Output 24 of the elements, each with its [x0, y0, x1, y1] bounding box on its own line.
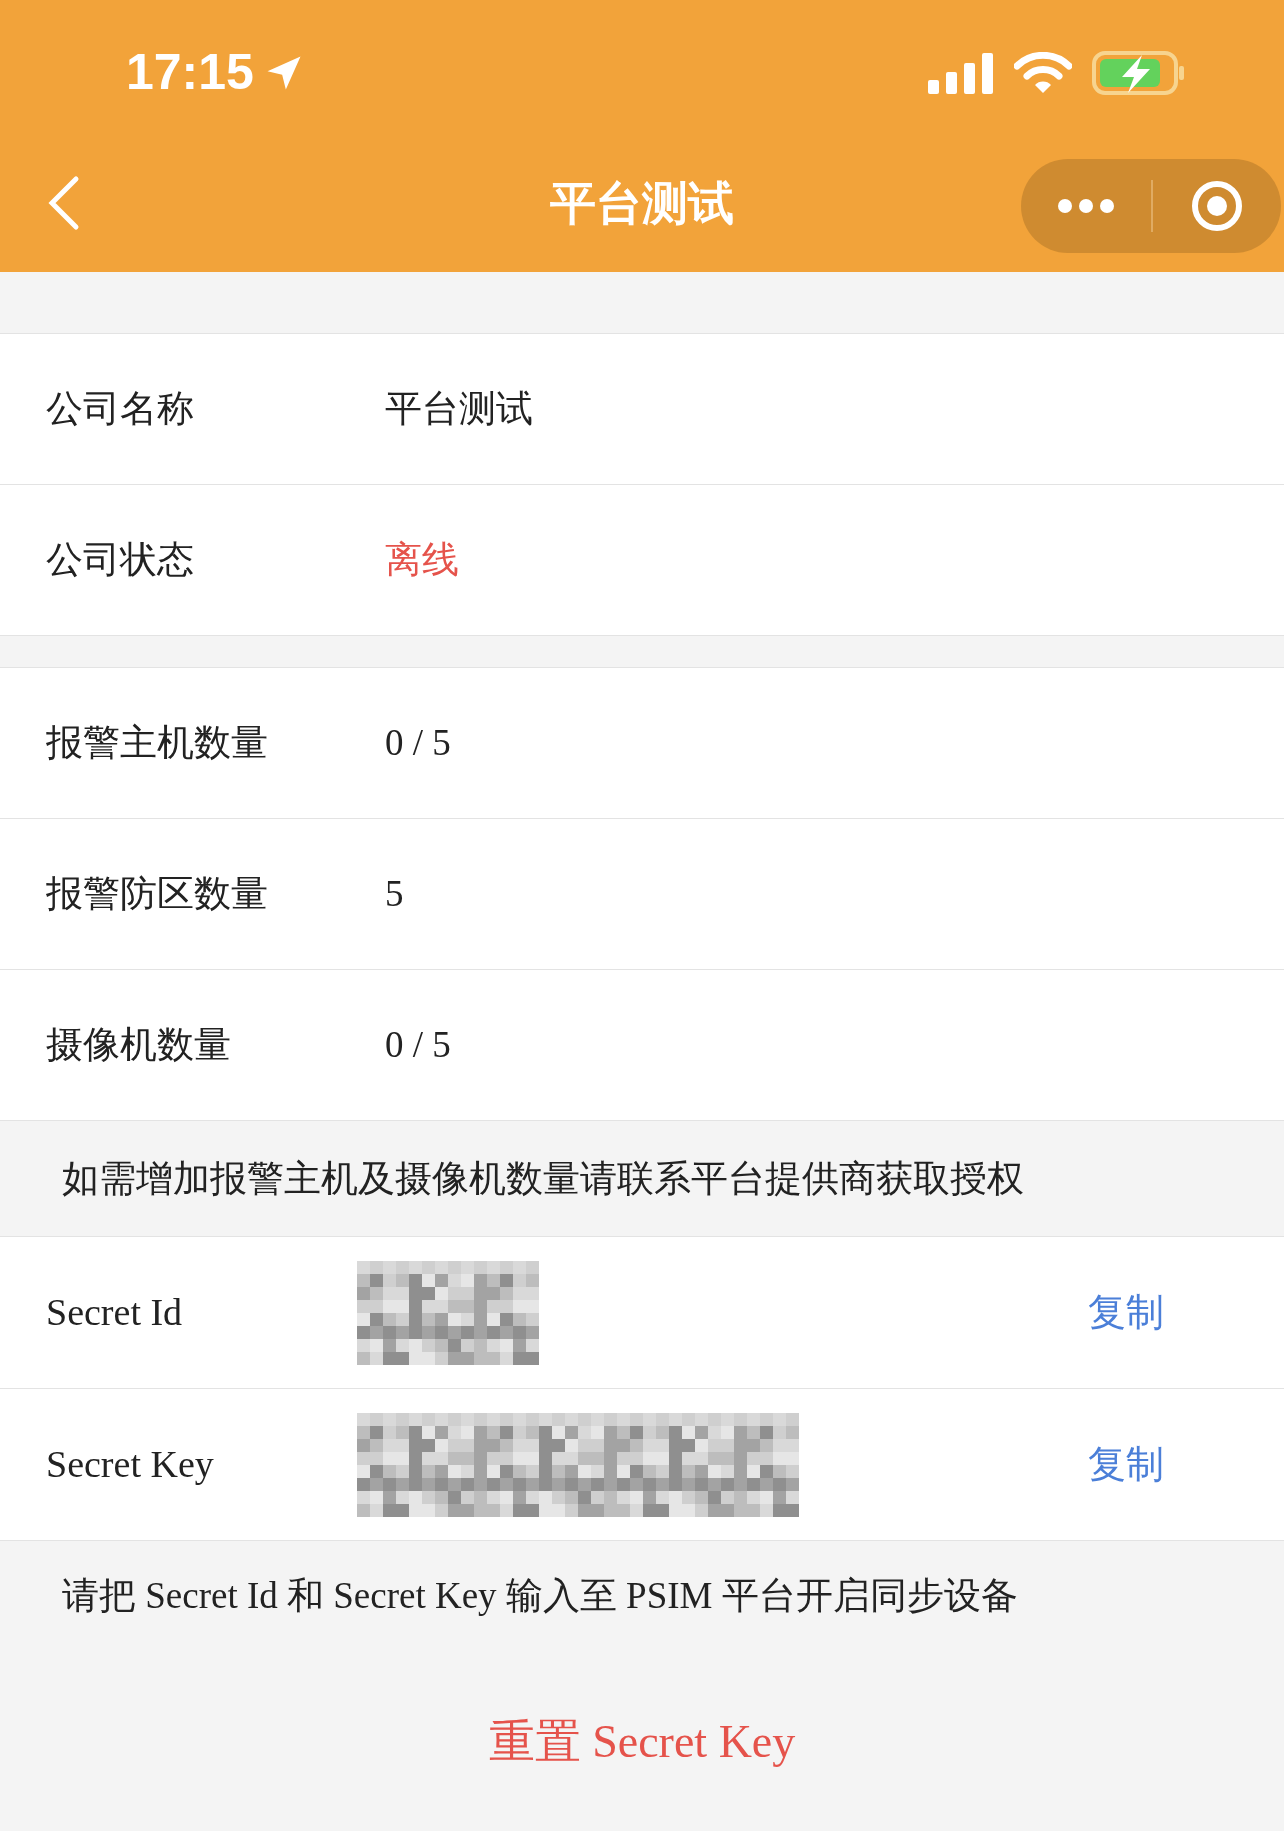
- reset-secret-key-button[interactable]: 重置 Secret Key: [464, 1691, 820, 1792]
- clock-time: 17:15: [126, 43, 254, 102]
- more-icon: [1057, 198, 1115, 214]
- row-value: 5: [385, 872, 404, 917]
- sync-notice: 请把 Secret Id 和 Secret Key 输入至 PSIM 平台开启同步设备: [62, 1574, 1018, 1619]
- row-label: 报警主机数量: [46, 721, 269, 766]
- battery-charging-icon: [1092, 50, 1186, 95]
- row-label: 公司名称: [46, 387, 195, 432]
- wifi-icon: [1014, 51, 1072, 94]
- copy-link[interactable]: 复制: [1088, 1436, 1164, 1493]
- page-title: 平台测试: [550, 176, 734, 231]
- row-value: 离线: [385, 538, 459, 583]
- signal-icon: [928, 51, 994, 94]
- copy-link[interactable]: 复制: [1088, 1284, 1164, 1341]
- row-label: 报警防区数量: [46, 872, 269, 917]
- row-label: 摄像机数量: [46, 1023, 232, 1068]
- row-value: 0 / 5: [385, 721, 451, 766]
- row-value: 0 / 5: [385, 1023, 451, 1068]
- row-label: 公司状态: [46, 538, 195, 583]
- secret-label: Secret Id: [46, 1290, 184, 1335]
- row-value: 平台测试: [385, 387, 533, 432]
- secret-label: Secret Key: [46, 1442, 215, 1487]
- quota-notice: 如需增加报警主机及摄像机数量请联系平台提供商获取授权: [62, 1156, 1024, 1201]
- target-circle-icon: [1191, 180, 1243, 232]
